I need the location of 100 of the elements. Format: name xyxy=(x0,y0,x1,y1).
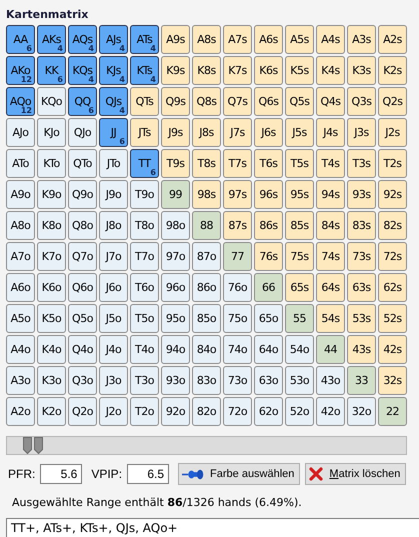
hand-cell[interactable]: 97s xyxy=(223,180,252,209)
hand-cell[interactable]: QTs xyxy=(130,87,159,116)
hand-cell[interactable]: 87s xyxy=(223,211,252,240)
hand-cell[interactable]: Q8o xyxy=(68,211,97,240)
hand-cell[interactable]: 42o xyxy=(316,397,345,426)
hand-cell[interactable]: 53s xyxy=(347,304,376,333)
hand-cell[interactable]: A2s xyxy=(378,25,407,54)
hand-cell[interactable]: K7o xyxy=(37,242,66,271)
hand-cell[interactable]: KQo xyxy=(37,87,66,116)
hand-cell[interactable]: A6s xyxy=(254,25,283,54)
hand-cell[interactable]: AA 6 xyxy=(6,25,35,54)
color-button[interactable]: Farbe auswählen xyxy=(178,463,300,485)
hand-cell[interactable]: A8o xyxy=(6,211,35,240)
hand-cell[interactable]: 54s xyxy=(316,304,345,333)
hand-cell[interactable]: 75o xyxy=(223,304,252,333)
hand-cell[interactable]: T3s xyxy=(347,149,376,178)
hand-cell[interactable]: Q5s xyxy=(285,87,314,116)
hand-cell[interactable]: 64o xyxy=(254,335,283,364)
hand-cell[interactable]: K4s xyxy=(316,56,345,85)
hand-cell[interactable]: 72s xyxy=(378,242,407,271)
hand-cell[interactable]: 43s xyxy=(347,335,376,364)
hand-cell[interactable]: 98s xyxy=(192,180,221,209)
hand-cell[interactable]: K3o xyxy=(37,366,66,395)
hand-cell[interactable]: K5s xyxy=(285,56,314,85)
hand-cell[interactable]: 92o xyxy=(161,397,190,426)
hand-cell[interactable]: T6s xyxy=(254,149,283,178)
hand-cell[interactable]: J7s xyxy=(223,118,252,147)
hand-cell[interactable]: ATo xyxy=(6,149,35,178)
hand-cell[interactable]: 75s xyxy=(285,242,314,271)
hand-cell[interactable]: Q7o xyxy=(68,242,97,271)
hand-cell[interactable]: 85o xyxy=(192,304,221,333)
hand-cell[interactable]: AQs 4 xyxy=(68,25,97,54)
clear-button[interactable]: Matrix löschen xyxy=(305,463,406,485)
hand-cell[interactable]: K9s xyxy=(161,56,190,85)
hand-cell[interactable]: 86o xyxy=(192,273,221,302)
hand-cell[interactable]: T3o xyxy=(130,366,159,395)
hand-cell[interactable]: J4s xyxy=(316,118,345,147)
hand-cell[interactable]: A6o xyxy=(6,273,35,302)
hand-cell[interactable]: KJo xyxy=(37,118,66,147)
hand-cell[interactable]: J6s xyxy=(254,118,283,147)
hand-cell[interactable]: 65s xyxy=(285,273,314,302)
hand-cell[interactable]: J8s xyxy=(192,118,221,147)
hand-cell[interactable]: 53o xyxy=(285,366,314,395)
hand-cell[interactable]: 83s xyxy=(347,211,376,240)
hand-cell[interactable]: J2o xyxy=(99,397,128,426)
hand-cell[interactable]: K8s xyxy=(192,56,221,85)
hand-cell[interactable]: A9o xyxy=(6,180,35,209)
range-text-field[interactable]: TT+, ATs+, KTs+, QJs, AQo+ xyxy=(6,518,419,537)
hand-cell[interactable]: Q4o xyxy=(68,335,97,364)
hand-cell[interactable]: Q5o xyxy=(68,304,97,333)
hand-cell[interactable]: T5o xyxy=(130,304,159,333)
hand-cell[interactable]: 94s xyxy=(316,180,345,209)
hand-cell[interactable]: 87o xyxy=(192,242,221,271)
hand-cell[interactable]: 33 xyxy=(347,366,376,395)
hand-cell[interactable]: J5s xyxy=(285,118,314,147)
hand-cell[interactable]: T2o xyxy=(130,397,159,426)
hand-cell[interactable]: 73o xyxy=(223,366,252,395)
hand-cell[interactable]: J7o xyxy=(99,242,128,271)
hand-cell[interactable]: Q2s xyxy=(378,87,407,116)
hand-cell[interactable]: 88 xyxy=(192,211,221,240)
hand-cell[interactable]: Q7s xyxy=(223,87,252,116)
hand-cell[interactable]: K2o xyxy=(37,397,66,426)
hand-cell[interactable]: AQo 12 xyxy=(6,87,35,116)
hand-cell[interactable]: 96s xyxy=(254,180,283,209)
hand-cell[interactable]: 93s xyxy=(347,180,376,209)
hand-cell[interactable]: A4o xyxy=(6,335,35,364)
hand-cell[interactable]: 86s xyxy=(254,211,283,240)
hand-cell[interactable]: 76o xyxy=(223,273,252,302)
hand-cell[interactable]: 55 xyxy=(285,304,314,333)
hand-cell[interactable]: T8o xyxy=(130,211,159,240)
hand-cell[interactable]: K2s xyxy=(378,56,407,85)
hand-cell[interactable]: T6o xyxy=(130,273,159,302)
hand-cell[interactable]: A7s xyxy=(223,25,252,54)
hand-cell[interactable]: Q6s xyxy=(254,87,283,116)
hand-cell[interactable]: J5o xyxy=(99,304,128,333)
hand-cell[interactable]: KQs 4 xyxy=(68,56,97,85)
hand-cell[interactable]: 54o xyxy=(285,335,314,364)
hand-cell[interactable]: 62o xyxy=(254,397,283,426)
hand-cell[interactable]: 63o xyxy=(254,366,283,395)
hand-cell[interactable]: 74o xyxy=(223,335,252,364)
hand-cell[interactable]: 63s xyxy=(347,273,376,302)
hand-cell[interactable]: 62s xyxy=(378,273,407,302)
hand-cell[interactable]: 98o xyxy=(161,211,190,240)
hand-cell[interactable]: T2s xyxy=(378,149,407,178)
hand-cell[interactable]: Q3s xyxy=(347,87,376,116)
hand-cell[interactable]: 82s xyxy=(378,211,407,240)
hand-cell[interactable]: AJs 4 xyxy=(99,25,128,54)
hand-cell[interactable]: QJo xyxy=(68,118,97,147)
number-field[interactable]: 6.5 xyxy=(127,464,170,484)
hand-cell[interactable]: 84o xyxy=(192,335,221,364)
hand-cell[interactable]: T5s xyxy=(285,149,314,178)
hand-cell[interactable]: K8o xyxy=(37,211,66,240)
hand-cell[interactable]: J6o xyxy=(99,273,128,302)
hand-cell[interactable]: T7s xyxy=(223,149,252,178)
hand-cell[interactable]: 65o xyxy=(254,304,283,333)
hand-cell[interactable]: A9s xyxy=(161,25,190,54)
slider-thumb[interactable] xyxy=(22,437,44,454)
hand-cell[interactable]: 85s xyxy=(285,211,314,240)
hand-cell[interactable]: A2o xyxy=(6,397,35,426)
hand-cell[interactable]: AJo xyxy=(6,118,35,147)
